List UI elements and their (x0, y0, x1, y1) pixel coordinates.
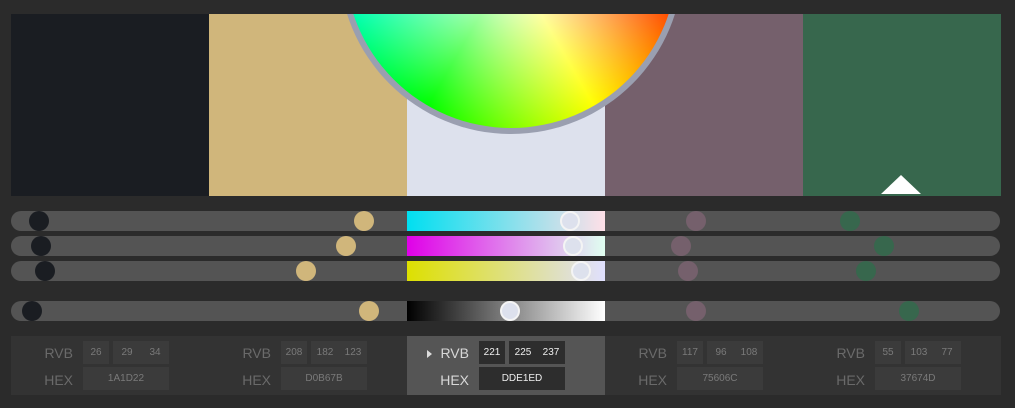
slider-knob-5[interactable] (899, 301, 919, 321)
slider-knob-3[interactable] (570, 261, 591, 281)
slider-knob-1[interactable] (28, 211, 49, 231)
hex-label: HEX (836, 372, 865, 388)
red-value[interactable]: 26 (83, 341, 109, 364)
slider-knob-5[interactable] (874, 236, 895, 256)
slider-cyan[interactable] (11, 211, 1000, 231)
slider-knob-2[interactable] (354, 211, 375, 231)
rgb-label: RVB (836, 345, 865, 361)
blue-value[interactable]: 123 (339, 341, 367, 364)
rgb-label: RVB (440, 345, 469, 361)
color-values-panel-1: RVB HEX 26 29 34 1A1D22 (11, 336, 209, 395)
hex-value[interactable]: D0B67B (281, 367, 367, 390)
hex-label: HEX (440, 372, 469, 388)
swatch-5[interactable] (803, 14, 1001, 196)
triangle-up-icon (881, 175, 921, 194)
slider-knob-1[interactable] (30, 236, 51, 256)
slider-knob-1[interactable] (21, 301, 42, 321)
rgb-label: RVB (44, 345, 73, 361)
green-value[interactable]: 29 (113, 341, 141, 364)
slider-yellow[interactable] (11, 261, 1000, 281)
hex-value[interactable]: 75606C (677, 367, 763, 390)
slider-knob-3[interactable] (500, 301, 521, 321)
slider-knob-1[interactable] (34, 261, 55, 281)
swatch-strip (11, 14, 1001, 196)
hex-value[interactable]: 1A1D22 (83, 367, 169, 390)
hex-label: HEX (638, 372, 667, 388)
red-value[interactable]: 208 (281, 341, 307, 364)
slider-knob-2[interactable] (359, 301, 380, 321)
slider-knob-4[interactable] (686, 211, 707, 231)
slider-knob-5[interactable] (856, 261, 877, 281)
slider-knob-4[interactable] (686, 301, 707, 321)
color-values-panel-3: RVB HEX 221 225 237 DDE1ED (407, 336, 605, 395)
green-value[interactable]: 225 (509, 341, 537, 364)
green-value[interactable]: 96 (707, 341, 735, 364)
slider-knob-4[interactable] (670, 236, 691, 256)
slider-magenta[interactable] (11, 236, 1000, 256)
red-value[interactable]: 55 (875, 341, 901, 364)
green-value[interactable]: 182 (311, 341, 339, 364)
hex-label: HEX (242, 372, 271, 388)
hex-value[interactable]: DDE1ED (479, 367, 565, 390)
slider-knob-4[interactable] (678, 261, 699, 281)
hex-label: HEX (44, 372, 73, 388)
green-value[interactable]: 103 (905, 341, 933, 364)
color-values-panel-2: RVB HEX 208 182 123 D0B67B (209, 336, 407, 395)
blue-value[interactable]: 77 (933, 341, 961, 364)
slider-knob-3[interactable] (562, 236, 583, 256)
rgb-label: RVB (242, 345, 271, 361)
slider-knob-5[interactable] (839, 211, 860, 231)
slider-knob-2[interactable] (295, 261, 316, 281)
rgb-label: RVB (638, 345, 667, 361)
blue-value[interactable]: 34 (141, 341, 169, 364)
blue-value[interactable]: 237 (537, 341, 565, 364)
color-values-panel-4: RVB HEX 117 96 108 75606C (605, 336, 803, 395)
blue-value[interactable]: 108 (735, 341, 763, 364)
slider-brightness[interactable] (11, 301, 1000, 321)
color-values-panel-5: RVB HEX 55 103 77 37674D (803, 336, 1001, 395)
hex-value[interactable]: 37674D (875, 367, 961, 390)
red-value[interactable]: 221 (479, 341, 505, 364)
slider-knob-2[interactable] (336, 236, 357, 256)
red-value[interactable]: 117 (677, 341, 703, 364)
slider-knob-3[interactable] (559, 211, 580, 231)
swatch-1[interactable] (11, 14, 209, 196)
